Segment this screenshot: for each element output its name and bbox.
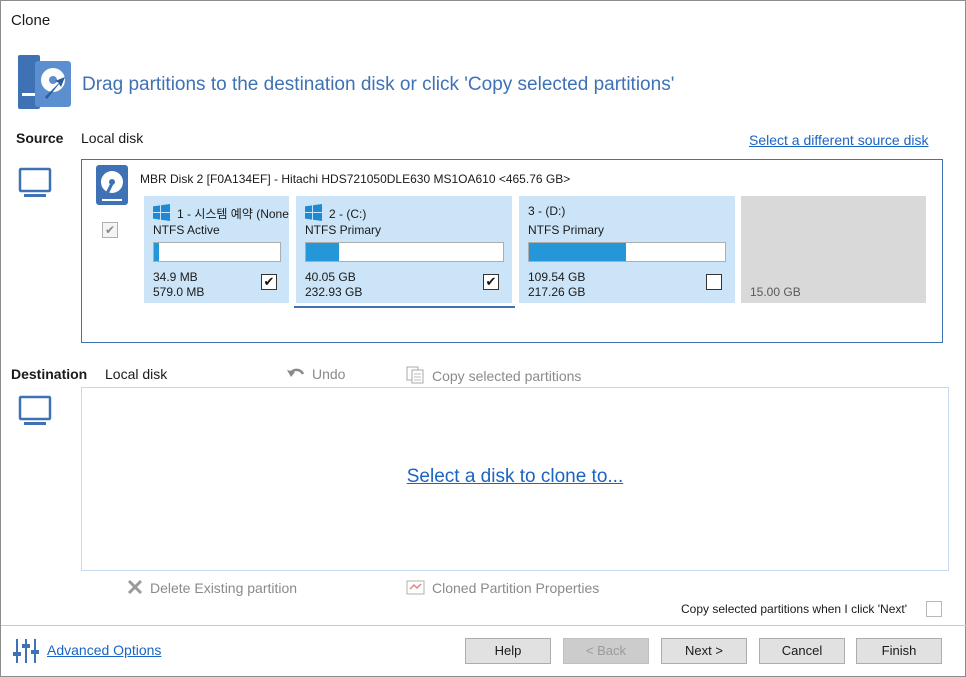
delete-icon — [127, 579, 143, 595]
window-title: Clone — [11, 12, 51, 29]
monitor-icon — [18, 167, 52, 197]
partition-checkbox[interactable] — [706, 274, 722, 290]
help-button[interactable]: Help — [465, 638, 551, 664]
properties-icon — [406, 580, 425, 595]
partition-used: 40.05 GB — [305, 270, 356, 284]
partition-usage-fill — [154, 243, 159, 261]
hard-disk-icon — [96, 165, 128, 205]
copy-selected-partitions-button[interactable]: Copy selected partitions — [406, 366, 581, 384]
source-label: Source — [16, 130, 64, 146]
partition-card-3[interactable]: 3 - (D:) NTFS Primary 109.54 GB 217.26 G… — [519, 196, 735, 303]
advanced-options-link[interactable]: Advanced Options — [47, 642, 161, 658]
clone-icon — [18, 55, 71, 109]
partition-name: 3 - (D:) — [528, 204, 566, 218]
unallocated-space: 15.00 GB — [741, 196, 926, 303]
disk-select-checkbox[interactable]: ✔ — [102, 222, 118, 238]
copy-on-next-label: Copy selected partitions when I click 'N… — [681, 602, 908, 616]
selected-partition-indicator — [294, 306, 515, 308]
partition-usage-fill — [529, 243, 626, 261]
source-disk-title: MBR Disk 2 [F0A134EF] - Hitachi HDS72105… — [140, 172, 571, 186]
back-button[interactable]: < Back — [563, 638, 649, 664]
partition-checkbox[interactable]: ✔ — [483, 274, 499, 290]
sliders-icon[interactable] — [12, 637, 40, 665]
select-source-disk-link[interactable]: Select a different source disk — [749, 132, 929, 148]
partition-usage-bar — [305, 242, 504, 262]
windows-icon — [153, 204, 170, 221]
clone-window: Clone Drag partitions to the destination… — [0, 0, 966, 677]
partition-usage-bar — [528, 242, 726, 262]
windows-icon — [305, 204, 322, 221]
partition-used: 109.54 GB — [528, 270, 586, 284]
destination-label: Destination — [11, 366, 88, 382]
partition-total: 232.93 GB — [305, 285, 363, 299]
next-button[interactable]: Next > — [661, 638, 747, 664]
unallocated-size: 15.00 GB — [750, 285, 801, 299]
cloned-partition-properties-button[interactable]: Cloned Partition Properties — [406, 578, 599, 596]
partition-name: 2 - (C:) — [305, 204, 366, 221]
partition-type: NTFS Primary — [528, 223, 604, 237]
partition-used: 34.9 MB — [153, 270, 198, 284]
copy-on-next-checkbox[interactable] — [926, 601, 942, 617]
undo-button[interactable]: Undo — [286, 366, 345, 382]
partition-type: NTFS Primary — [305, 223, 381, 237]
select-destination-disk-link: Select a disk to clone to... — [82, 466, 948, 488]
partition-card-2[interactable]: 2 - (C:) NTFS Primary 40.05 GB 232.93 GB… — [296, 196, 512, 303]
finish-button[interactable]: Finish — [856, 638, 942, 664]
footer-divider — [1, 625, 966, 626]
partition-usage-bar — [153, 242, 281, 262]
undo-icon — [287, 368, 305, 377]
instruction-text: Drag partitions to the destination disk … — [82, 74, 675, 95]
destination-disk-type: Local disk — [105, 366, 168, 382]
select-disk-to-clone-link[interactable]: Select a disk to clone to... — [407, 466, 624, 487]
copy-icon — [406, 366, 424, 384]
partition-card-1[interactable]: 1 - 시스템 예약 (None) NTFS Active 34.9 MB 57… — [144, 196, 289, 303]
cancel-button[interactable]: Cancel — [759, 638, 845, 664]
delete-existing-partition-button[interactable]: Delete Existing partition — [126, 578, 297, 596]
partition-type: NTFS Active — [153, 223, 220, 237]
partition-total: 579.0 MB — [153, 285, 205, 299]
partition-checkbox[interactable]: ✔ — [261, 274, 277, 290]
partition-total: 217.26 GB — [528, 285, 586, 299]
partition-name: 1 - 시스템 예약 (None) — [153, 204, 289, 222]
source-disk-type: Local disk — [81, 130, 144, 146]
partition-usage-fill — [306, 243, 339, 261]
destination-disk-panel: Select a disk to clone to... — [81, 387, 949, 571]
monitor-icon — [18, 395, 52, 425]
